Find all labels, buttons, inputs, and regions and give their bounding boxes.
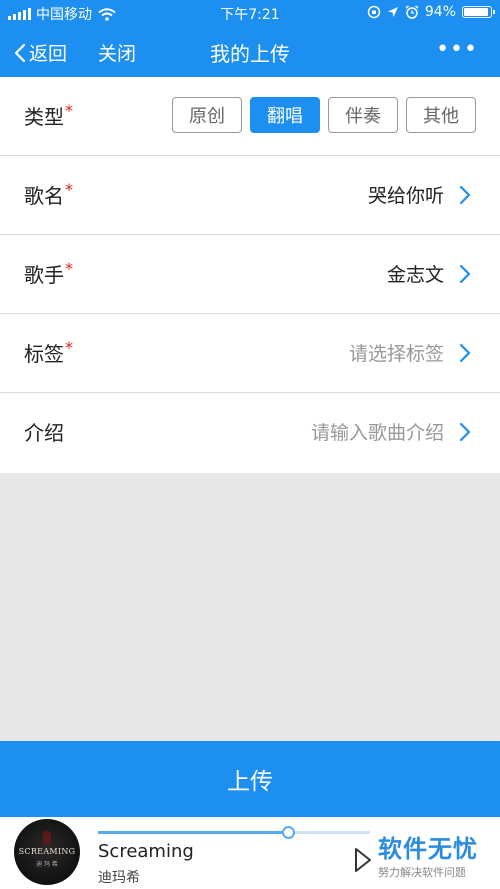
tags-placeholder: 请选择标签: [348, 343, 444, 365]
song-artist: 迪玛希: [98, 870, 140, 886]
song-name-label: 歌名*: [24, 180, 73, 208]
back-label: 返回: [29, 43, 68, 65]
type-options: 原创 翻唱 伴奏 其他: [172, 97, 476, 133]
chevron-right-icon: [459, 185, 471, 205]
progress-thumb[interactable]: [282, 826, 296, 839]
form-row-singer[interactable]: 歌手* 金志文: [0, 235, 500, 314]
battery-icon: [462, 6, 495, 18]
required-mark: *: [65, 338, 73, 357]
type-option-other[interactable]: 其他: [406, 97, 476, 133]
required-mark: *: [65, 180, 73, 199]
alarm-icon: [405, 5, 419, 19]
intro-label: 介绍: [24, 421, 64, 445]
form-row-song-name[interactable]: 歌名* 哭给你听: [0, 156, 500, 235]
form-row-intro[interactable]: 介绍 请输入歌曲介绍: [0, 393, 500, 473]
cover-title: SCREAMING: [18, 847, 76, 856]
top-bar: 中国移动 下午7:21 94% 返回 关闭 我的上传 •••: [0, 0, 500, 77]
progress-bar[interactable]: [98, 826, 370, 839]
singer-label: 歌手*: [24, 259, 73, 287]
watermark-title: 软件无忧: [378, 835, 478, 863]
battery-percent: 94%: [424, 4, 456, 20]
upload-form: 类型* 原创 翻唱 伴奏 其他 歌名* 哭给你听 歌手* 金志文 标签* 请选择…: [0, 77, 500, 473]
tags-label: 标签*: [24, 338, 73, 366]
form-row-tags[interactable]: 标签* 请选择标签: [0, 314, 500, 393]
more-button[interactable]: •••: [436, 37, 478, 62]
singer-value: 金志文: [386, 264, 444, 286]
back-button[interactable]: 返回: [14, 39, 67, 66]
status-bar: 中国移动 下午7:21 94%: [0, 0, 500, 26]
type-option-accompaniment[interactable]: 伴奏: [328, 97, 398, 133]
chevron-left-icon: [14, 43, 26, 62]
watermark: 软件无忧 努力解决软件问题: [378, 829, 478, 880]
type-label: 类型*: [24, 101, 73, 129]
nav-bar: 返回 关闭 我的上传 •••: [0, 26, 500, 77]
chevron-right-icon: [459, 422, 471, 442]
progress-fill: [98, 831, 289, 834]
play-icon[interactable]: [354, 847, 372, 873]
watermark-subtitle: 努力解决软件问题: [378, 866, 466, 879]
required-mark: *: [65, 101, 73, 120]
album-cover[interactable]: SCREAMING 迪 玛 希: [14, 819, 80, 885]
chevron-right-icon: [459, 343, 471, 363]
cover-subtitle: 迪 玛 希: [36, 861, 58, 868]
required-mark: *: [65, 259, 73, 278]
cover-figure: [43, 831, 51, 845]
song-title: Screaming: [98, 841, 194, 862]
intro-placeholder: 请输入歌曲介绍: [310, 422, 444, 444]
status-right: 94%: [367, 4, 495, 20]
close-button[interactable]: 关闭: [98, 39, 136, 66]
type-option-cover[interactable]: 翻唱: [250, 97, 320, 133]
chevron-right-icon: [459, 264, 471, 284]
orientation-lock-icon: [367, 5, 381, 19]
type-option-original[interactable]: 原创: [172, 97, 242, 133]
form-row-type: 类型* 原创 翻唱 伴奏 其他: [0, 77, 500, 156]
mini-player: SCREAMING 迪 玛 希 Screaming 迪玛希 软件无忧 努力解决软…: [0, 817, 500, 889]
song-name-value: 哭给你听: [367, 185, 444, 207]
page-title: 我的上传: [210, 42, 290, 66]
upload-button[interactable]: 上传: [0, 741, 500, 817]
location-icon: [387, 7, 398, 17]
